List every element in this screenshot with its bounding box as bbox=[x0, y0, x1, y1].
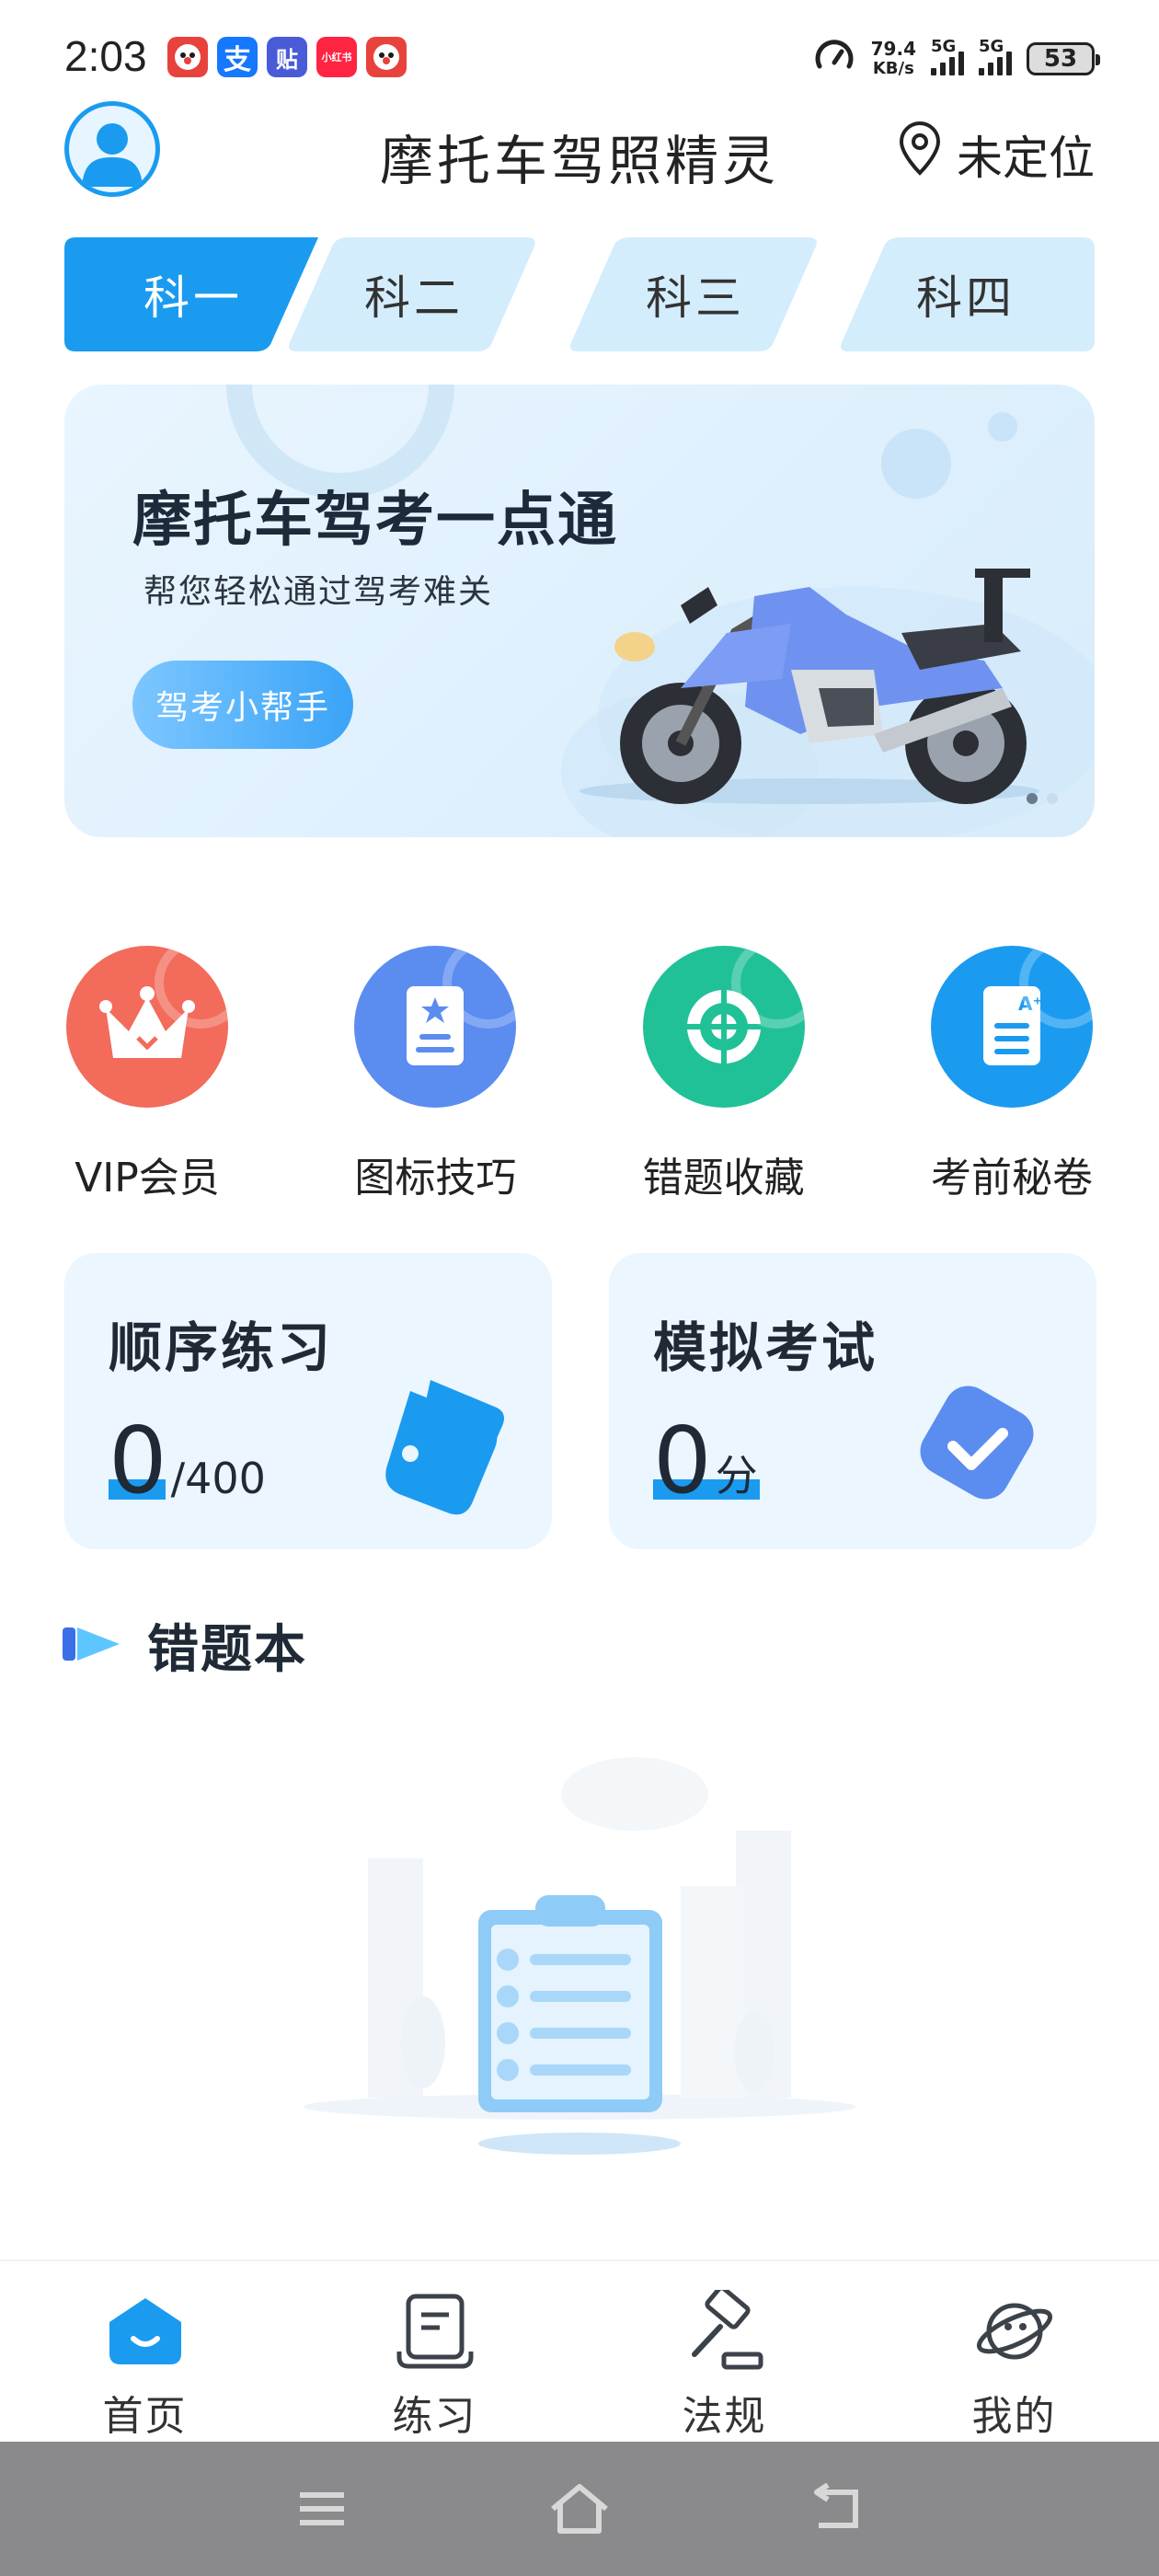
card-title: 模拟考试 bbox=[653, 1317, 878, 1379]
tab-label: 科二 bbox=[364, 271, 464, 325]
quick-action-vip[interactable]: VIP会员 bbox=[37, 946, 258, 1203]
status-bar: 2:03 支 贴 小红书 79.4 KB/s 5G 5G 53 bbox=[0, 0, 1159, 92]
tab-label: 科一 bbox=[143, 271, 243, 325]
nav-practice[interactable]: 练习 bbox=[290, 2261, 580, 2442]
exam-paper-icon: A⁺ bbox=[930, 946, 1093, 1108]
net-speed-unit: KB/s bbox=[872, 59, 914, 78]
exam-check-icon bbox=[920, 1386, 1034, 1500]
signal-type-label: 5G bbox=[979, 37, 1004, 56]
quick-actions: VIP会员 图标技巧 错题收藏 A⁺ 考前秘卷 bbox=[37, 946, 1122, 1203]
banner-subtitle: 帮您轻松通过驾考难关 bbox=[143, 573, 494, 611]
progress-total: /400 bbox=[170, 1454, 266, 1503]
alipay-icon: 支 bbox=[217, 37, 258, 77]
tab-subject-1[interactable]: 科一 bbox=[64, 237, 322, 351]
tab-subject-4[interactable]: 科四 bbox=[837, 237, 1095, 351]
quick-action-exam-paper[interactable]: A⁺ 考前秘卷 bbox=[901, 946, 1122, 1203]
tab-subject-2[interactable]: 科二 bbox=[285, 237, 543, 351]
pencil-tag-icon bbox=[385, 1380, 504, 1515]
location-button[interactable]: 未定位 bbox=[896, 121, 1095, 188]
banner-title: 摩托车驾考一点通 bbox=[132, 487, 618, 555]
network-speed: 79.4 KB/s bbox=[871, 39, 916, 79]
driving-helper-button[interactable]: 驾考小帮手 bbox=[132, 661, 353, 749]
wrong-book-header: 错题本 bbox=[63, 1608, 307, 1683]
speedometer-icon bbox=[812, 35, 856, 83]
nav-regulations[interactable]: 法规 bbox=[580, 2261, 869, 2442]
status-time: 2:03 bbox=[64, 32, 147, 80]
notification-icons: 支 贴 小红书 bbox=[167, 37, 407, 77]
menu-icon[interactable] bbox=[285, 2472, 359, 2546]
tieba-icon: 贴 bbox=[267, 37, 307, 77]
planet-icon bbox=[970, 2287, 1059, 2375]
book-star-icon bbox=[354, 946, 517, 1108]
svg-text:A⁺: A⁺ bbox=[1018, 993, 1042, 1015]
signal-strength-icon: 5G bbox=[931, 37, 964, 75]
exam-score-value: 0 bbox=[653, 1407, 712, 1514]
motorcycle-illustration bbox=[580, 569, 1039, 804]
play-arrow-icon bbox=[63, 1624, 123, 1668]
signal-type-label: 5G bbox=[931, 37, 957, 56]
banner-pagination bbox=[1027, 793, 1058, 804]
subject-tabs: 科一 科二 科三 科四 bbox=[64, 237, 1095, 351]
quick-action-label: VIP会员 bbox=[75, 1155, 220, 1202]
promo-banner[interactable]: 摩托车驾考一点通 帮您轻松通过驾考难关 驾考小帮手 bbox=[64, 385, 1095, 837]
target-icon bbox=[642, 946, 805, 1108]
quick-action-label: 错题收藏 bbox=[642, 1155, 805, 1202]
app-header: 摩托车驾照精灵 未定位 bbox=[0, 101, 1159, 202]
signal-strength-icon: 5G bbox=[979, 37, 1012, 75]
home-icon bbox=[101, 2287, 189, 2375]
wrong-book-title: 错题本 bbox=[147, 1620, 307, 1680]
app-notification-icon bbox=[167, 37, 208, 77]
system-navigation-bar bbox=[0, 2442, 1159, 2576]
home-button-icon[interactable] bbox=[543, 2472, 616, 2546]
nav-profile[interactable]: 我的 bbox=[869, 2261, 1159, 2442]
nav-home[interactable]: 首页 bbox=[0, 2261, 290, 2442]
quick-action-label: 图标技巧 bbox=[354, 1155, 517, 1202]
xiaohongshu-icon: 小红书 bbox=[316, 37, 357, 77]
sequential-practice-card[interactable]: 顺序练习 0 /400 bbox=[64, 1253, 552, 1549]
nav-label: 首页 bbox=[102, 2393, 188, 2440]
bottom-navigation: 首页 练习 法规 我的 bbox=[0, 2260, 1159, 2442]
nav-label: 法规 bbox=[682, 2393, 767, 2440]
empty-clipboard-illustration bbox=[304, 1757, 855, 2155]
progress-count: 0 bbox=[109, 1407, 167, 1514]
battery-icon: 53 bbox=[1027, 42, 1100, 75]
tab-label: 科四 bbox=[916, 271, 1016, 325]
practice-icon bbox=[391, 2287, 479, 2375]
tab-label: 科三 bbox=[646, 271, 745, 325]
quick-action-label: 考前秘卷 bbox=[930, 1155, 1093, 1202]
quick-action-wrong-collection[interactable]: 错题收藏 bbox=[614, 946, 834, 1203]
gavel-icon bbox=[681, 2287, 769, 2375]
nav-label: 练习 bbox=[392, 2393, 477, 2440]
app-notification-icon bbox=[366, 37, 407, 77]
tab-subject-3[interactable]: 科三 bbox=[567, 237, 824, 351]
crown-icon bbox=[66, 946, 228, 1108]
net-speed-value: 79.4 bbox=[870, 38, 916, 60]
status-indicators: 79.4 KB/s 5G 5G 53 bbox=[812, 35, 1100, 83]
nav-label: 我的 bbox=[971, 2393, 1057, 2440]
location-pin-icon bbox=[896, 121, 944, 188]
back-icon[interactable] bbox=[800, 2472, 874, 2546]
mock-exam-card[interactable]: 模拟考试 0 分 bbox=[609, 1253, 1096, 1549]
practice-progress: 0 /400 bbox=[109, 1415, 266, 1507]
quick-action-icon-tips[interactable]: 图标技巧 bbox=[325, 946, 545, 1203]
card-title: 顺序练习 bbox=[109, 1317, 334, 1379]
exam-score: 0 分 bbox=[653, 1407, 760, 1514]
location-label: 未定位 bbox=[957, 132, 1095, 185]
exam-score-unit: 分 bbox=[715, 1451, 758, 1501]
